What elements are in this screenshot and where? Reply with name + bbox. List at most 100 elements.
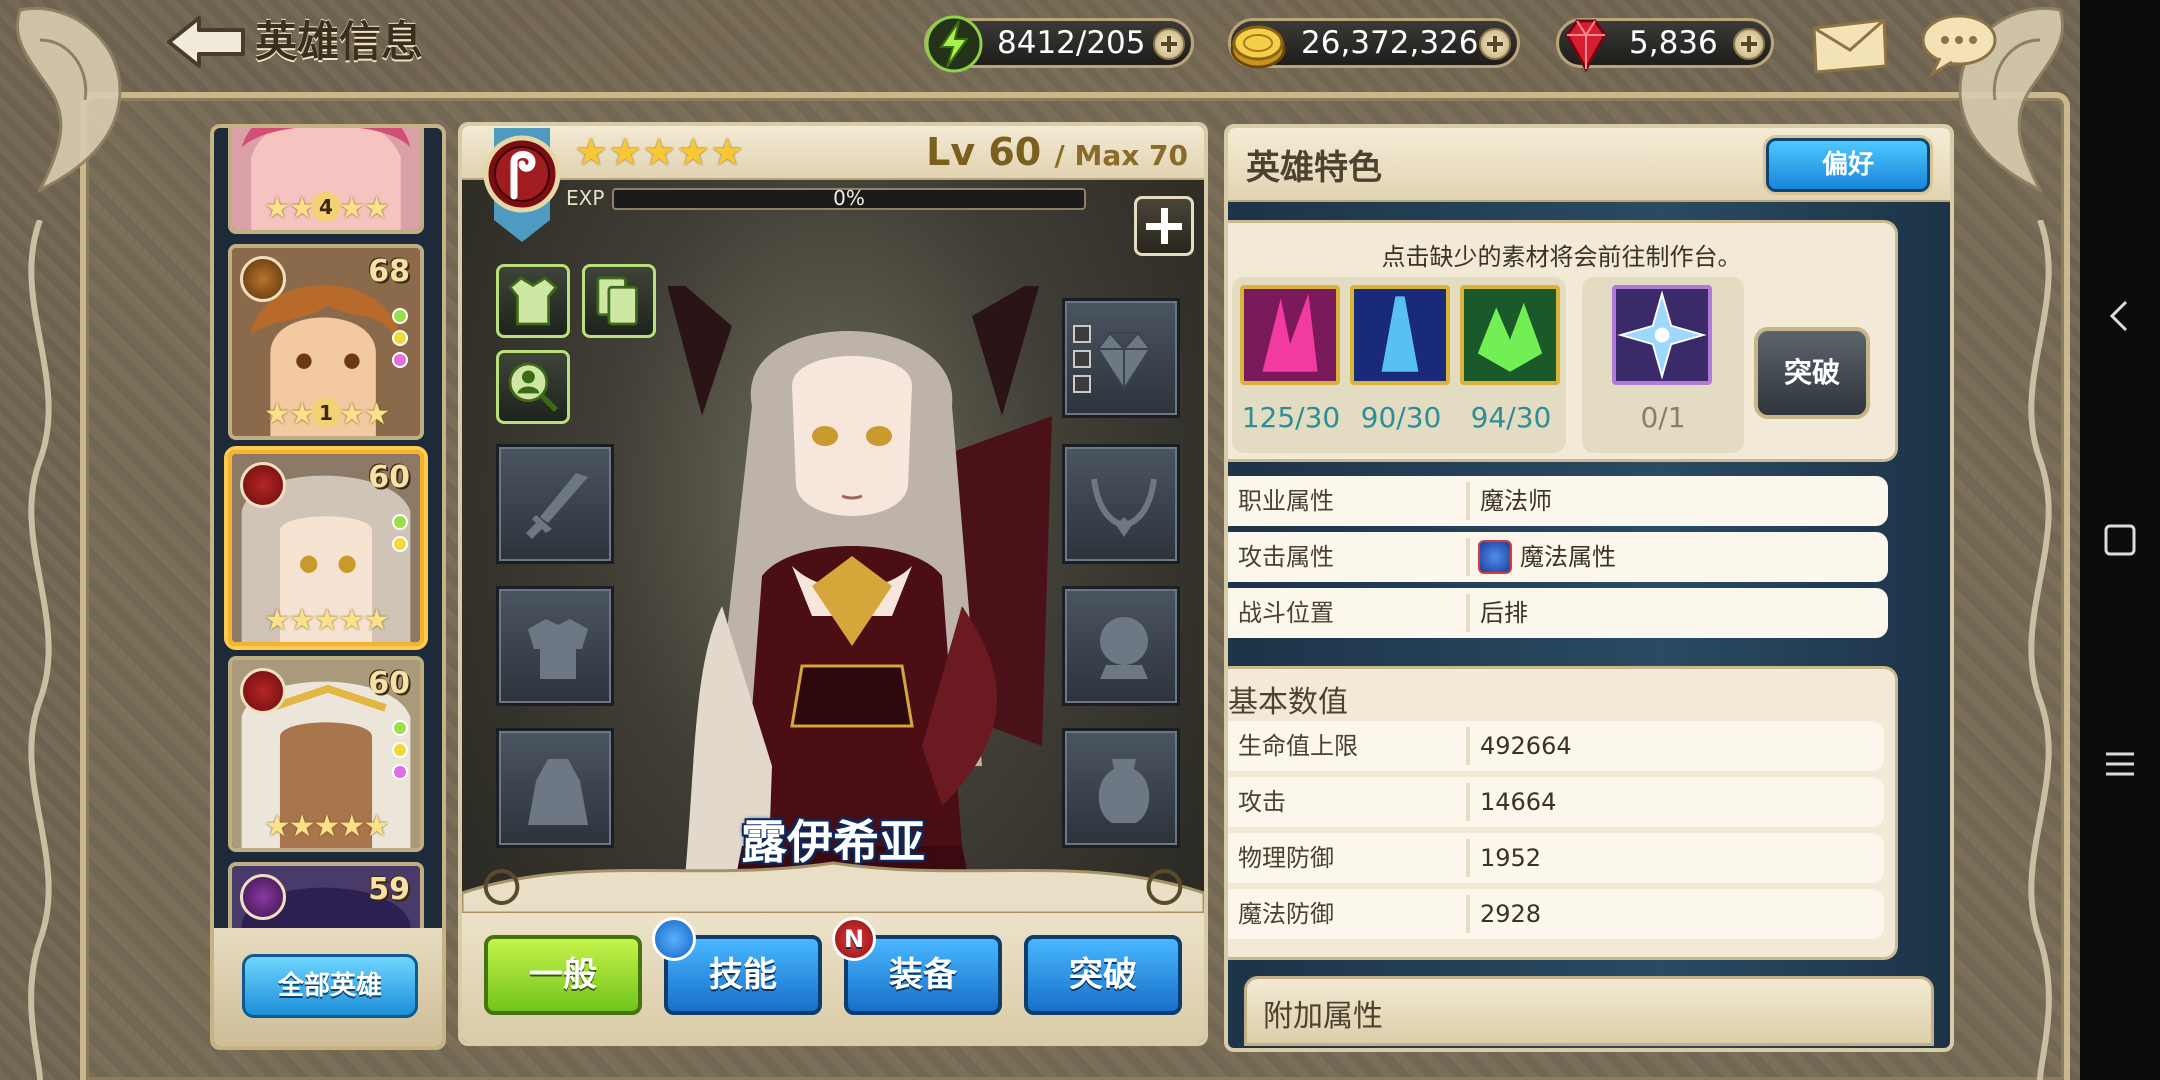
star-shard-material-icon[interactable] <box>1612 285 1712 385</box>
magic-staff-icon <box>483 128 561 242</box>
base-stats-title: 基本数值 <box>1228 685 1348 720</box>
hero-star-rating: ★★★★★ <box>574 130 745 174</box>
attr-row-attack-type: 攻击属性 魔法属性 <box>1228 532 1888 582</box>
stat-key: 魔法防御 <box>1238 900 1334 928</box>
ruby-icon <box>1565 19 1607 73</box>
hero-traits-panel: 英雄特色 偏好 点击缺少的素材将会前往制作台。 125/30 90/30 94/… <box>1224 124 1954 1052</box>
attr-value: 后排 <box>1480 599 1528 627</box>
breakthrough-materials-box: 点击缺少的素材将会前往制作台。 125/30 90/30 94/30 0/1 突… <box>1228 220 1898 462</box>
add-exp-button[interactable] <box>1134 196 1194 256</box>
magic-attribute-icon <box>1478 540 1512 574</box>
back-arrow-icon[interactable] <box>165 14 249 70</box>
hero-pips <box>392 514 410 558</box>
preference-button[interactable]: 偏好 <box>1766 138 1930 192</box>
extra-stats-title: 附加属性 <box>1263 999 1383 1034</box>
stat-row-attack: 攻击 14664 <box>1228 777 1884 827</box>
hero-card[interactable]: 68 ★★★★★ 1 <box>228 244 424 440</box>
sword-icon <box>526 473 588 539</box>
stat-value: 492664 <box>1480 732 1572 760</box>
hero-rank: 1 <box>311 398 341 428</box>
exp-percent: 0% <box>833 186 865 210</box>
special-material-count: 0/1 <box>1640 401 1686 434</box>
weapon-slot[interactable] <box>496 444 614 564</box>
stamina-counter: 8412/205 <box>924 15 1194 73</box>
tab-skills[interactable]: 技能 <box>652 917 822 1015</box>
breakthrough-button[interactable]: 突破 <box>1754 327 1870 419</box>
pink-crystal-material-icon[interactable] <box>1240 285 1340 385</box>
hero-card-selected[interactable]: 60 ★★★★★ <box>228 450 424 646</box>
tab-equipment[interactable]: N 装备 <box>832 917 1002 1015</box>
add-gold-button[interactable] <box>1479 28 1511 60</box>
blue-crystal-material-icon[interactable] <box>1350 285 1450 385</box>
stat-value: 1952 <box>1480 844 1542 872</box>
scroll-ornament-icon <box>2028 220 2052 1080</box>
scroll-ornament-icon <box>462 861 1204 913</box>
hero-list-footer: 全部英雄 <box>214 928 442 1046</box>
chat-bubble-icon[interactable] <box>1918 12 2000 78</box>
material-count: 94/30 <box>1470 401 1552 434</box>
stat-key: 物理防御 <box>1238 844 1334 872</box>
materials-group: 125/30 90/30 94/30 <box>1232 277 1566 453</box>
hero-level: 68 <box>368 254 410 289</box>
hero-level: 60 <box>368 666 410 701</box>
all-heroes-button[interactable]: 全部英雄 <box>242 954 418 1018</box>
tab-breakthrough-label: 突破 <box>1069 955 1137 995</box>
upgrade-arrow-icon <box>652 917 696 961</box>
hero-list[interactable]: ★★★★★ 4 68 ★★★★★ 1 60 ★★★★★ <box>210 124 446 1050</box>
tab-breakthrough[interactable]: 突破 <box>1024 935 1182 1015</box>
crossed-swords-icon <box>240 874 286 920</box>
hero-level-value: Lv 60 <box>926 130 1042 174</box>
hero-level: 60 <box>368 460 410 495</box>
attr-key: 攻击属性 <box>1238 543 1334 571</box>
lightning-icon <box>925 15 983 73</box>
page-title: 英雄信息 <box>255 17 424 66</box>
tab-general[interactable]: 一般 <box>484 935 642 1015</box>
add-gems-button[interactable] <box>1733 28 1765 60</box>
hero-level-display: Lv 60 / Max 70 <box>926 130 1188 174</box>
extra-stats-bar[interactable]: 附加属性 <box>1244 976 1934 1046</box>
necklace-icon <box>1091 478 1157 537</box>
hero-stars: ★★★★★ <box>263 809 390 844</box>
scroll-ornament-icon <box>28 220 52 1080</box>
material-count: 90/30 <box>1360 401 1442 434</box>
attr-row-position: 战斗位置 后排 <box>1228 588 1888 638</box>
inspect-hero-icon[interactable] <box>496 350 570 424</box>
tab-general-label: 一般 <box>529 955 597 995</box>
stat-value: 14664 <box>1480 788 1557 816</box>
exp-label: EXP <box>566 186 605 210</box>
armor-slot[interactable] <box>496 586 614 706</box>
stamina-value: 8412/205 <box>997 25 1146 61</box>
base-stats-box: 基本数值 生命值上限 492664 攻击 14664 物理防御 1952 魔法防… <box>1228 666 1898 960</box>
hero-card[interactable]: 60 ★★★★★ <box>228 656 424 852</box>
attr-row-class: 职业属性 魔法师 <box>1228 476 1888 526</box>
hero-max-level: / Max 70 <box>1054 139 1188 172</box>
stat-value: 2928 <box>1480 900 1542 928</box>
stat-key: 生命值上限 <box>1238 732 1358 760</box>
tab-equipment-label: 装备 <box>889 955 957 995</box>
nav-menu-icon[interactable] <box>2100 744 2140 784</box>
armor-icon <box>528 619 588 679</box>
gem-slot[interactable] <box>1062 298 1180 418</box>
magic-staff-icon <box>240 668 286 714</box>
mail-icon[interactable] <box>1808 14 1890 76</box>
hero-rank: 4 <box>311 192 341 222</box>
nav-home-icon[interactable] <box>2100 520 2140 560</box>
stat-row-physical-defense: 物理防御 1952 <box>1228 833 1884 883</box>
orb-slot[interactable] <box>1062 586 1180 706</box>
crafting-hint: 点击缺少的素材将会前往制作台。 <box>1381 243 1742 271</box>
tab-skills-label: 技能 <box>709 955 777 995</box>
traits-header: 英雄特色 偏好 <box>1228 128 1950 202</box>
necklace-slot[interactable] <box>1062 444 1180 564</box>
traits-title: 英雄特色 <box>1246 148 1382 188</box>
hero-pips <box>392 308 410 374</box>
nav-back-icon[interactable] <box>2100 296 2140 336</box>
green-crystal-material-icon[interactable] <box>1460 285 1560 385</box>
magic-staff-icon <box>240 462 286 508</box>
hero-stars: ★★★★★ <box>263 603 390 638</box>
hero-card[interactable]: ★★★★★ 4 <box>228 128 424 234</box>
attr-key: 战斗位置 <box>1238 599 1334 627</box>
add-stamina-button[interactable] <box>1153 28 1185 60</box>
gold-value: 26,372,326 <box>1301 25 1479 61</box>
new-badge: N <box>832 917 876 961</box>
costume-icon[interactable] <box>496 264 570 338</box>
